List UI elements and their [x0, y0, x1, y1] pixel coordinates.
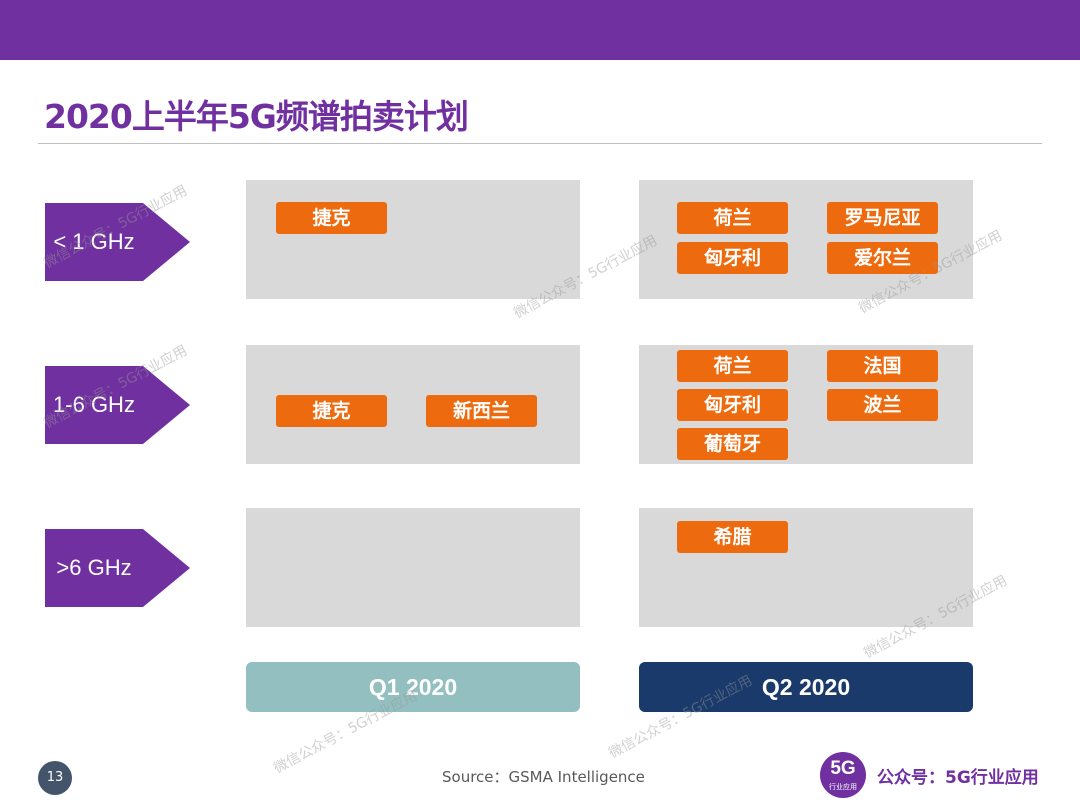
band-label: >6 GHz	[56, 555, 132, 580]
country-tag: 葡萄牙	[677, 428, 788, 460]
cell-gt6-q1	[246, 508, 580, 627]
country-tag: 匈牙利	[677, 242, 788, 274]
brand-label: 公众号：5G行业应用	[877, 768, 1039, 788]
country-tag: 荷兰	[677, 350, 788, 382]
logo-text: 5G	[830, 758, 856, 779]
page-number: 13	[38, 761, 72, 795]
top-banner	[0, 0, 1080, 60]
country-tag: 法国	[827, 350, 938, 382]
source-note: Source：GSMA Intelligence	[442, 768, 645, 786]
title-divider	[38, 143, 1042, 144]
country-tag: 罗马尼亚	[827, 202, 938, 234]
country-tag: 匈牙利	[677, 389, 788, 421]
country-tag: 希腊	[677, 521, 788, 553]
band-arrow-above-6ghz: >6 GHz	[45, 529, 190, 607]
cell-lt1-q1	[246, 180, 580, 299]
page-title: 2020上半年5G频谱拍卖计划	[44, 97, 469, 136]
country-tag: 捷克	[276, 202, 387, 234]
logo-subtext: 行业应用	[829, 783, 857, 791]
country-tag: 荷兰	[677, 202, 788, 234]
country-tag: 新西兰	[426, 395, 537, 427]
brand-logo-icon: 5G 行业应用	[820, 752, 866, 798]
country-tag: 波兰	[827, 389, 938, 421]
country-tag: 捷克	[276, 395, 387, 427]
